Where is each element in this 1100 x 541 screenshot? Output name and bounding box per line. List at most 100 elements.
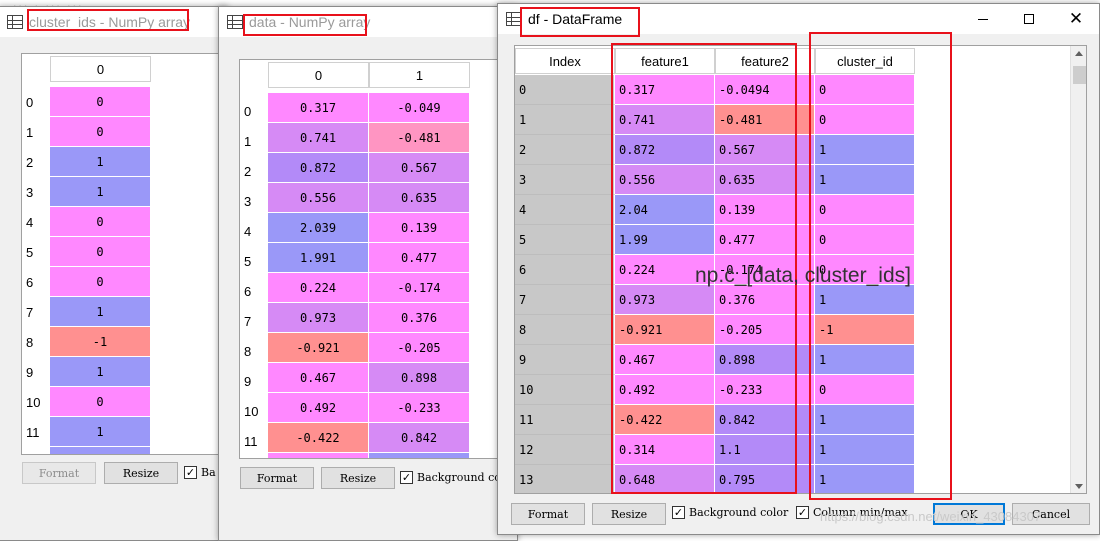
format-button[interactable]: Format [511,503,585,525]
row-header[interactable]: 12 [22,447,50,454]
array-cell[interactable]: 1.105 [369,453,470,458]
row-header[interactable]: 7 [22,297,50,327]
row-header[interactable]: 11 [22,417,50,447]
index-cell[interactable]: 6 [515,255,615,285]
array-cell[interactable]: 0.492 [268,393,369,423]
array-cell[interactable]: -0.422 [268,423,369,453]
row-header[interactable]: 0 [240,96,268,126]
resize-button[interactable]: Resize [592,503,666,525]
array-cell[interactable]: 0.872 [268,153,369,183]
array-cell[interactable]: -1 [50,327,151,357]
array-cell[interactable]: 1.991 [268,243,369,273]
array-cell[interactable]: 0.224 [268,273,369,303]
row-header[interactable]: 0 [22,87,50,117]
row-header[interactable]: 3 [22,177,50,207]
index-cell[interactable]: 3 [515,165,615,195]
array-cell[interactable]: 1 [50,357,151,387]
array-cell[interactable]: -0.049 [369,93,470,123]
array-cell[interactable]: 0.314 [268,453,369,458]
index-cell[interactable]: 9 [515,345,615,375]
row-header[interactable]: 2 [240,156,268,186]
array-cell[interactable]: -0.921 [268,333,369,363]
array-grid[interactable]: 0 1 0 0.317 -0.049 1 0.741 -0.481 2 0.872 0.567 3… [239,59,517,459]
close-icon[interactable]: ✕ [1061,8,1091,30]
scroll-up-icon[interactable] [1075,51,1083,56]
array-cell[interactable]: 0.139 [369,213,470,243]
array-cell[interactable]: 0.973 [268,303,369,333]
array-cell[interactable]: 0 [50,87,151,117]
array-cell[interactable]: 1 [50,417,151,447]
array-cell[interactable]: 0.741 [268,123,369,153]
array-cell[interactable]: 0.556 [268,183,369,213]
array-cell[interactable]: 0 [50,237,151,267]
array-cell[interactable]: 0.477 [369,243,470,273]
array-cell[interactable]: 1 [50,177,151,207]
row-header[interactable]: 7 [240,306,268,336]
index-cell[interactable]: 10 [515,375,615,405]
array-cell[interactable]: 1 [50,147,151,177]
row-header[interactable]: 5 [22,237,50,267]
index-cell[interactable]: 4 [515,195,615,225]
array-cell[interactable]: 0.567 [369,153,470,183]
array-cell[interactable]: 0 [50,207,151,237]
row-header[interactable]: 3 [240,186,268,216]
row-header[interactable]: 12 [240,456,268,458]
row-header[interactable]: 8 [240,336,268,366]
background-color-checkbox[interactable]: ✓ Background co [400,471,501,484]
row-header[interactable]: 5 [240,246,268,276]
index-cell[interactable]: 1 [515,105,615,135]
format-button[interactable]: Format [22,462,96,484]
scroll-down-icon[interactable] [1075,484,1083,489]
format-button[interactable]: Format [240,467,314,489]
resize-button[interactable]: Resize [321,467,395,489]
array-cell[interactable]: 0.635 [369,183,470,213]
index-cell[interactable]: 5 [515,225,615,255]
column-header-0[interactable]: 0 [268,62,369,88]
row-header[interactable]: 10 [22,387,50,417]
index-cell[interactable]: 11 [515,405,615,435]
array-cell[interactable]: 0 [50,117,151,147]
background-color-checkbox[interactable]: ✓ Background color [672,506,788,519]
column-header[interactable]: 0 [50,56,151,82]
array-cell[interactable]: 0 [50,267,151,297]
row-header[interactable]: 6 [240,276,268,306]
array-cell[interactable]: 0.376 [369,303,470,333]
scroll-thumb[interactable] [1073,66,1086,84]
array-cell[interactable]: 0.467 [268,363,369,393]
index-cell[interactable]: 8 [515,315,615,345]
index-cell[interactable]: 0 [515,75,615,105]
row-header[interactable]: 6 [22,267,50,297]
column-header-1[interactable]: 1 [369,62,470,88]
array-cell[interactable]: 0.317 [268,93,369,123]
array-cell[interactable]: -0.481 [369,123,470,153]
row-header[interactable]: 1 [240,126,268,156]
index-header[interactable]: Index [515,48,615,74]
row-header[interactable]: 11 [240,426,268,456]
row-header[interactable]: 4 [240,216,268,246]
array-cell[interactable]: -0.174 [369,273,470,303]
array-cell[interactable]: 2.039 [268,213,369,243]
vertical-scrollbar[interactable] [1070,46,1086,493]
array-cell[interactable]: 0.898 [369,363,470,393]
row-header[interactable]: 4 [22,207,50,237]
row-header[interactable]: 2 [22,147,50,177]
row-header[interactable]: 8 [22,327,50,357]
background-color-checkbox[interactable]: ✓ Ba [184,466,216,479]
array-cell[interactable]: 1 [50,447,151,454]
maximize-icon[interactable] [1014,8,1044,30]
index-cell[interactable]: 12 [515,435,615,465]
row-header[interactable]: 9 [240,366,268,396]
array-cell[interactable]: 0 [50,387,151,417]
index-cell[interactable]: 2 [515,135,615,165]
row-header[interactable]: 9 [22,357,50,387]
array-cell[interactable]: -0.205 [369,333,470,363]
row-header[interactable]: 1 [22,117,50,147]
row-header[interactable]: 10 [240,396,268,426]
index-cell[interactable]: 7 [515,285,615,315]
minimize-icon[interactable] [968,8,998,30]
index-cell[interactable]: 13 [515,465,615,493]
array-cell[interactable]: 0.842 [369,423,470,453]
array-grid[interactable]: 0 00102131405060718-191100111121 [21,53,227,455]
array-cell[interactable]: -0.233 [369,393,470,423]
array-cell[interactable]: 1 [50,297,151,327]
